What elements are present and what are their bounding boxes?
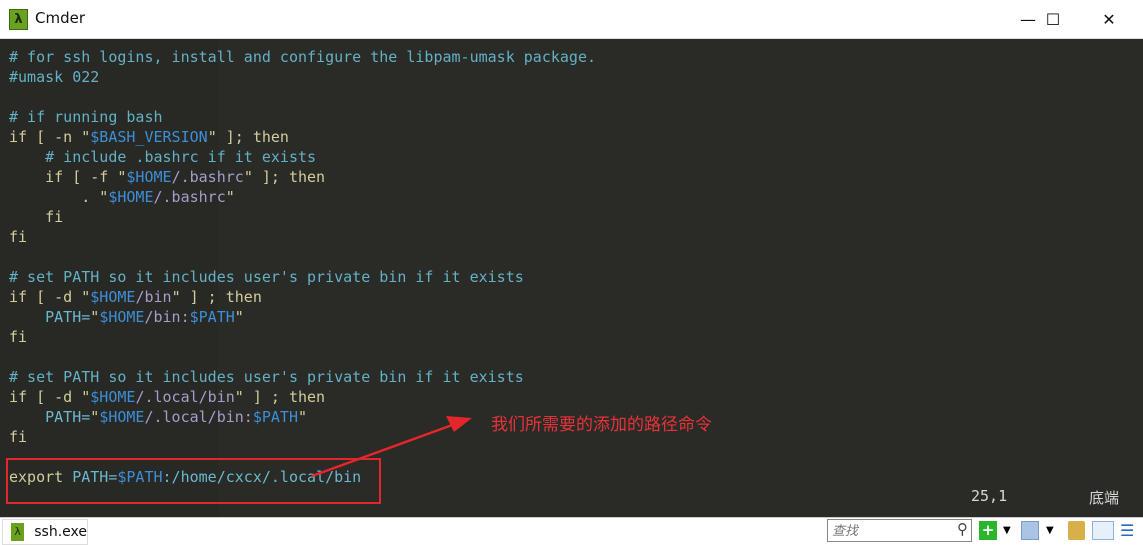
annotation-arrow [311, 416, 472, 478]
tab-label: ssh.exe [34, 524, 87, 540]
console-tab[interactable]: λ ssh.exe [2, 519, 88, 545]
dropdown-icon[interactable]: ▼ [1003, 521, 1011, 540]
search-input[interactable] [828, 520, 944, 541]
search-box[interactable]: ⚲ [827, 519, 972, 542]
dropdown-icon[interactable]: ▼ [1046, 521, 1054, 540]
split-view-icon[interactable] [1092, 521, 1114, 540]
lambda-icon: λ [11, 523, 25, 541]
lock-icon[interactable] [1068, 521, 1085, 540]
search-icon[interactable]: ⚲ [957, 520, 968, 538]
menu-icon[interactable]: ☰ [1120, 521, 1134, 540]
status-bar: λ ssh.exe ⚲ + ▼ ▼ ☰ [0, 517, 1143, 545]
annotation-text: 我们所需要的添加的路径命令 [491, 415, 712, 435]
new-console-icon[interactable]: + [979, 521, 997, 540]
tab-switch-icon[interactable] [1021, 521, 1039, 540]
